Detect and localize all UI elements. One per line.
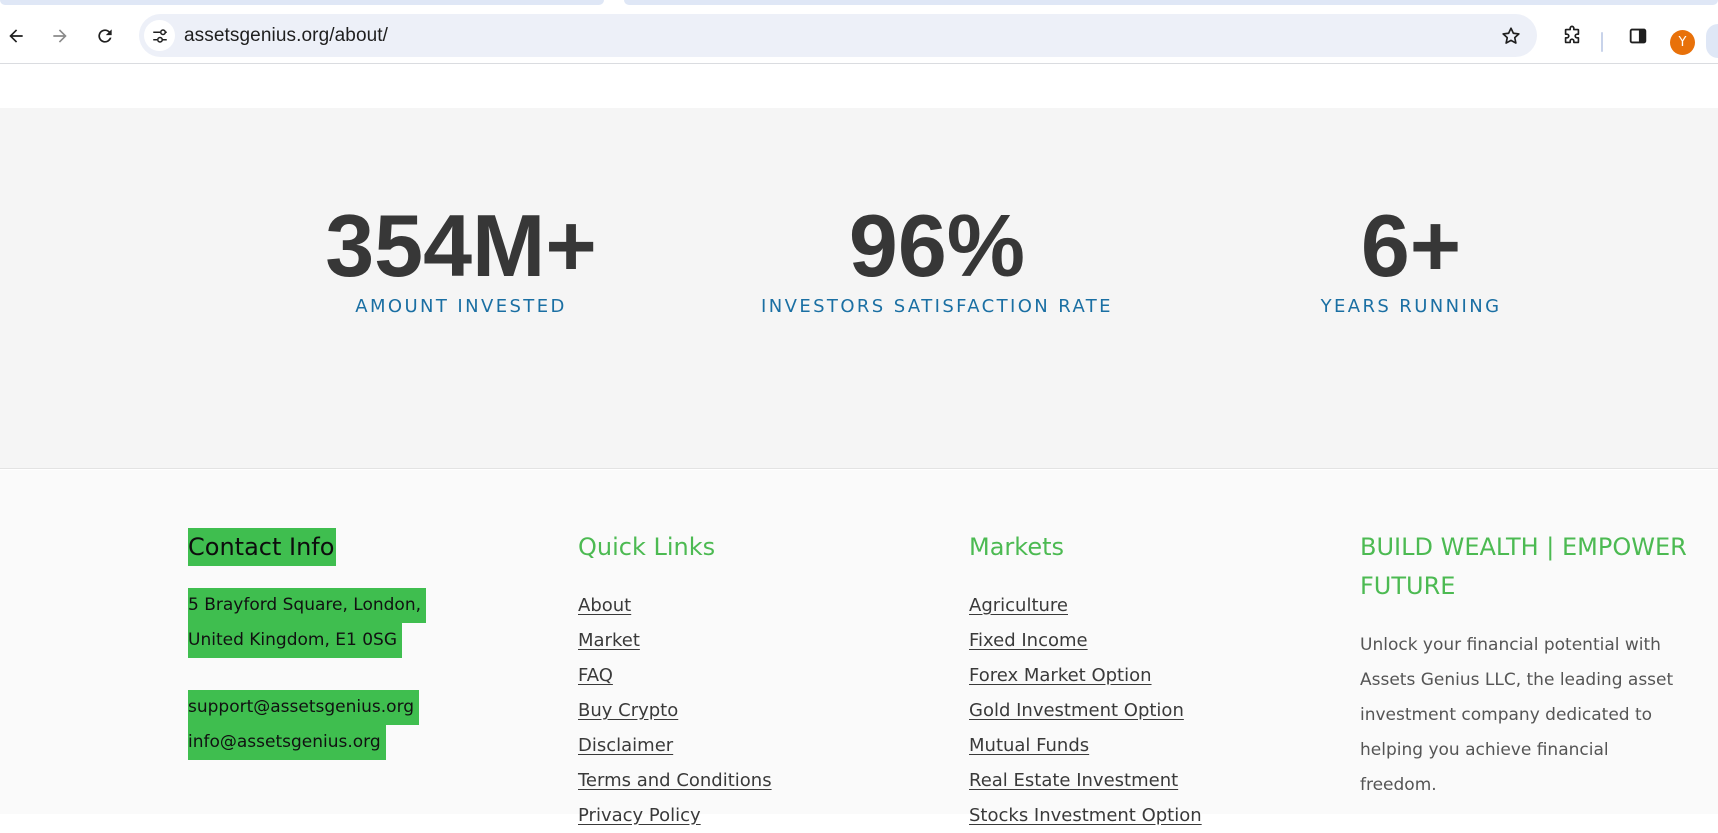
stat-years-running: 6+ YEARS RUNNING bbox=[1201, 196, 1621, 318]
reload-button[interactable] bbox=[89, 20, 121, 52]
market-link-forex[interactable]: Forex Market Option bbox=[969, 658, 1202, 693]
market-link-gold[interactable]: Gold Investment Option bbox=[969, 693, 1202, 728]
extensions-button[interactable] bbox=[1556, 20, 1588, 52]
quick-link-about[interactable]: About bbox=[578, 588, 772, 623]
quick-link-terms[interactable]: Terms and Conditions bbox=[578, 763, 772, 798]
url-text[interactable]: assetsgenius.org/about/ bbox=[184, 14, 388, 57]
market-link-real-estate[interactable]: Real Estate Investment bbox=[969, 763, 1202, 798]
tab-edge[interactable] bbox=[0, 0, 604, 5]
puzzle-icon bbox=[1564, 25, 1580, 44]
footer-markets-column: Markets Agriculture Fixed Income Forex M… bbox=[969, 528, 1202, 833]
quick-links-heading: Quick Links bbox=[578, 533, 716, 561]
tune-icon bbox=[152, 28, 167, 43]
browser-toolbar: assetsgenius.org/about/ Y bbox=[0, 8, 1718, 64]
arrow-left-icon bbox=[9, 29, 23, 43]
stat-value: 96% bbox=[848, 196, 1026, 295]
contact-info-email[interactable]: info@assetsgenius.org bbox=[188, 725, 386, 760]
build-wealth-heading: BUILD WEALTH | EMPOWER FUTURE bbox=[1360, 533, 1687, 600]
menu-button-edge[interactable] bbox=[1706, 24, 1718, 58]
quick-link-buy-crypto[interactable]: Buy Crypto bbox=[578, 693, 772, 728]
quick-link-disclaimer[interactable]: Disclaimer bbox=[578, 728, 772, 763]
arrow-right-icon bbox=[53, 29, 67, 43]
market-link-agriculture[interactable]: Agriculture bbox=[969, 588, 1202, 623]
stats-section: 354M+ AMOUNT INVESTED 96% INVESTORS SATI… bbox=[0, 108, 1718, 469]
forward-button[interactable] bbox=[44, 20, 76, 52]
contact-support-email[interactable]: support@assetsgenius.org bbox=[188, 690, 420, 725]
back-button[interactable] bbox=[0, 20, 32, 52]
footer-about-column: BUILD WEALTH | EMPOWER FUTURE Unlock you… bbox=[1360, 528, 1690, 803]
markets-list: Agriculture Fixed Income Forex Market Op… bbox=[969, 588, 1202, 833]
side-panel-icon bbox=[1629, 28, 1647, 44]
stat-satisfaction-rate: 96% INVESTORS SATISFACTION RATE bbox=[727, 196, 1147, 318]
contact-heading: Contact Info bbox=[188, 528, 337, 566]
star-icon bbox=[1502, 27, 1520, 44]
quick-links-list: About Market FAQ Buy Crypto Disclaimer T… bbox=[578, 588, 772, 833]
stat-label: AMOUNT INVESTED bbox=[355, 296, 567, 317]
footer-quick-links-column: Quick Links About Market FAQ Buy Crypto … bbox=[578, 528, 772, 833]
stat-value: 6+ bbox=[1360, 196, 1462, 295]
contact-address-line: 5 Brayford Square, London, bbox=[188, 588, 426, 623]
toolbar-divider bbox=[1601, 32, 1603, 52]
markets-heading: Markets bbox=[969, 533, 1065, 561]
site-footer: Contact Info 5 Brayford Square, London, … bbox=[0, 470, 1718, 826]
page-content: 354M+ AMOUNT INVESTED 96% INVESTORS SATI… bbox=[0, 65, 1718, 826]
market-link-mutual-funds[interactable]: Mutual Funds bbox=[969, 728, 1202, 763]
stat-value: 354M+ bbox=[325, 196, 597, 295]
tab-edge[interactable] bbox=[624, 0, 1718, 5]
build-wealth-text: Unlock your financial potential with Ass… bbox=[1360, 635, 1674, 795]
market-link-stocks[interactable]: Stocks Investment Option bbox=[969, 798, 1202, 833]
site-info-button[interactable] bbox=[144, 20, 175, 51]
quick-link-privacy[interactable]: Privacy Policy bbox=[578, 798, 772, 833]
stat-label: INVESTORS SATISFACTION RATE bbox=[761, 296, 1113, 317]
quick-link-market[interactable]: Market bbox=[578, 623, 772, 658]
address-bar[interactable]: assetsgenius.org/about/ bbox=[139, 14, 1537, 57]
bookmark-button[interactable] bbox=[1498, 23, 1524, 49]
tab-strip bbox=[0, 0, 1718, 8]
reload-icon bbox=[98, 29, 112, 43]
contact-address-line: United Kingdom, E1 0SG bbox=[188, 623, 402, 658]
profile-avatar[interactable]: Y bbox=[1670, 30, 1695, 55]
side-panel-button[interactable] bbox=[1622, 20, 1654, 52]
stat-amount-invested: 354M+ AMOUNT INVESTED bbox=[251, 196, 671, 318]
quick-link-faq[interactable]: FAQ bbox=[578, 658, 772, 693]
stat-label: YEARS RUNNING bbox=[1320, 296, 1502, 317]
footer-contact-column: Contact Info 5 Brayford Square, London, … bbox=[188, 528, 426, 760]
market-link-fixed-income[interactable]: Fixed Income bbox=[969, 623, 1202, 658]
